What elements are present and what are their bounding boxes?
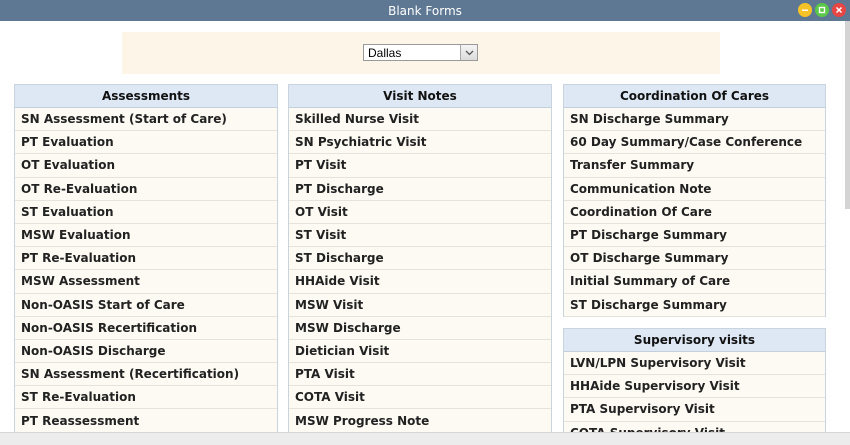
- form-link[interactable]: PT Discharge Summary: [564, 224, 825, 248]
- form-link[interactable]: LVN/LPN Supervisory Visit: [564, 352, 825, 376]
- form-link[interactable]: MSW Discharge: [289, 317, 551, 340]
- form-link[interactable]: Dietician Visit: [289, 340, 551, 364]
- window-title: Blank Forms: [388, 3, 462, 18]
- form-link[interactable]: ST Visit: [289, 224, 551, 248]
- form-link[interactable]: PT Visit: [289, 154, 551, 178]
- form-link[interactable]: MSW Visit: [289, 294, 551, 317]
- window-controls: [798, 3, 846, 17]
- supervisory-list: LVN/LPN Supervisory Visit HHAide Supervis…: [564, 352, 825, 432]
- form-link[interactable]: MSW Evaluation: [15, 224, 277, 248]
- location-select[interactable]: Dallas: [363, 44, 478, 61]
- form-link[interactable]: Non-OASIS Discharge: [15, 340, 277, 364]
- form-link[interactable]: COTA Visit: [289, 386, 551, 410]
- maximize-button[interactable]: [815, 3, 829, 17]
- form-link[interactable]: COTA Supervisory Visit: [564, 422, 825, 432]
- form-link[interactable]: ST Re-Evaluation: [15, 386, 277, 410]
- coordination-list: SN Discharge Summary 60 Day Summary/Case …: [564, 108, 825, 317]
- close-icon: [835, 6, 843, 14]
- form-link[interactable]: ST Discharge Summary: [564, 294, 825, 317]
- form-link[interactable]: SN Psychiatric Visit: [289, 131, 551, 155]
- form-link[interactable]: OT Evaluation: [15, 154, 277, 178]
- supervisory-panel: Supervisory visits LVN/LPN Supervisory V…: [563, 328, 826, 432]
- visit-notes-header: Visit Notes: [289, 85, 551, 108]
- coordination-header: Coordination Of Cares: [564, 85, 825, 108]
- form-link[interactable]: Non-OASIS Recertification: [15, 317, 277, 340]
- forms-content: Dallas Assessments SN Assessment (Start …: [0, 21, 850, 432]
- assessments-header: Assessments: [15, 85, 277, 108]
- form-link[interactable]: MSW Progress Note: [289, 409, 551, 432]
- form-link[interactable]: PT Reassessment: [15, 409, 277, 432]
- form-link[interactable]: OT Discharge Summary: [564, 247, 825, 271]
- maximize-icon: [818, 6, 826, 14]
- visit-notes-panel: Visit Notes Skilled Nurse Visit SN Psychi…: [288, 84, 552, 432]
- horizontal-scrollbar[interactable]: [0, 432, 850, 445]
- form-link[interactable]: PT Discharge: [289, 178, 551, 201]
- form-link[interactable]: Skilled Nurse Visit: [289, 108, 551, 132]
- minimize-icon: [802, 9, 808, 11]
- chevron-down-icon[interactable]: [460, 45, 477, 60]
- visit-notes-list: Skilled Nurse Visit SN Psychiatric Visit P…: [289, 108, 551, 432]
- form-link[interactable]: PTA Visit: [289, 363, 551, 387]
- form-link[interactable]: OT Re-Evaluation: [15, 178, 277, 201]
- form-link[interactable]: Coordination Of Care: [564, 201, 825, 224]
- form-link[interactable]: ST Discharge: [289, 247, 551, 271]
- form-link[interactable]: SN Assessment (Start of Care): [15, 108, 277, 132]
- form-link[interactable]: ST Evaluation: [15, 201, 277, 224]
- minimize-button[interactable]: [798, 3, 812, 17]
- coordination-panel: Coordination Of Cares SN Discharge Summa…: [563, 84, 826, 317]
- form-link[interactable]: 60 Day Summary/Case Conference: [564, 131, 825, 155]
- form-link[interactable]: Transfer Summary: [564, 154, 825, 178]
- form-link[interactable]: OT Visit: [289, 201, 551, 224]
- close-button[interactable]: [832, 3, 846, 17]
- form-link[interactable]: Communication Note: [564, 178, 825, 201]
- assessments-panel: Assessments SN Assessment (Start of Care…: [14, 84, 278, 432]
- supervisory-header: Supervisory visits: [564, 329, 825, 352]
- assessments-list: SN Assessment (Start of Care) PT Evaluati…: [15, 108, 277, 432]
- form-link[interactable]: PT Evaluation: [15, 131, 277, 155]
- location-select-value: Dallas: [368, 45, 402, 60]
- form-link[interactable]: SN Discharge Summary: [564, 108, 825, 132]
- form-link[interactable]: Non-OASIS Start of Care: [15, 294, 277, 317]
- form-link[interactable]: PT Re-Evaluation: [15, 247, 277, 271]
- form-link[interactable]: PTA Supervisory Visit: [564, 398, 825, 422]
- form-link[interactable]: MSW Assessment: [15, 270, 277, 294]
- form-link[interactable]: HHAide Visit: [289, 270, 551, 294]
- form-link[interactable]: HHAide Supervisory Visit: [564, 375, 825, 399]
- title-bar: Blank Forms: [0, 0, 850, 21]
- vertical-scrollbar[interactable]: [845, 21, 850, 209]
- form-link[interactable]: Initial Summary of Care: [564, 270, 825, 294]
- filter-panel: Dallas: [122, 32, 720, 74]
- form-link[interactable]: SN Assessment (Recertification): [15, 363, 277, 387]
